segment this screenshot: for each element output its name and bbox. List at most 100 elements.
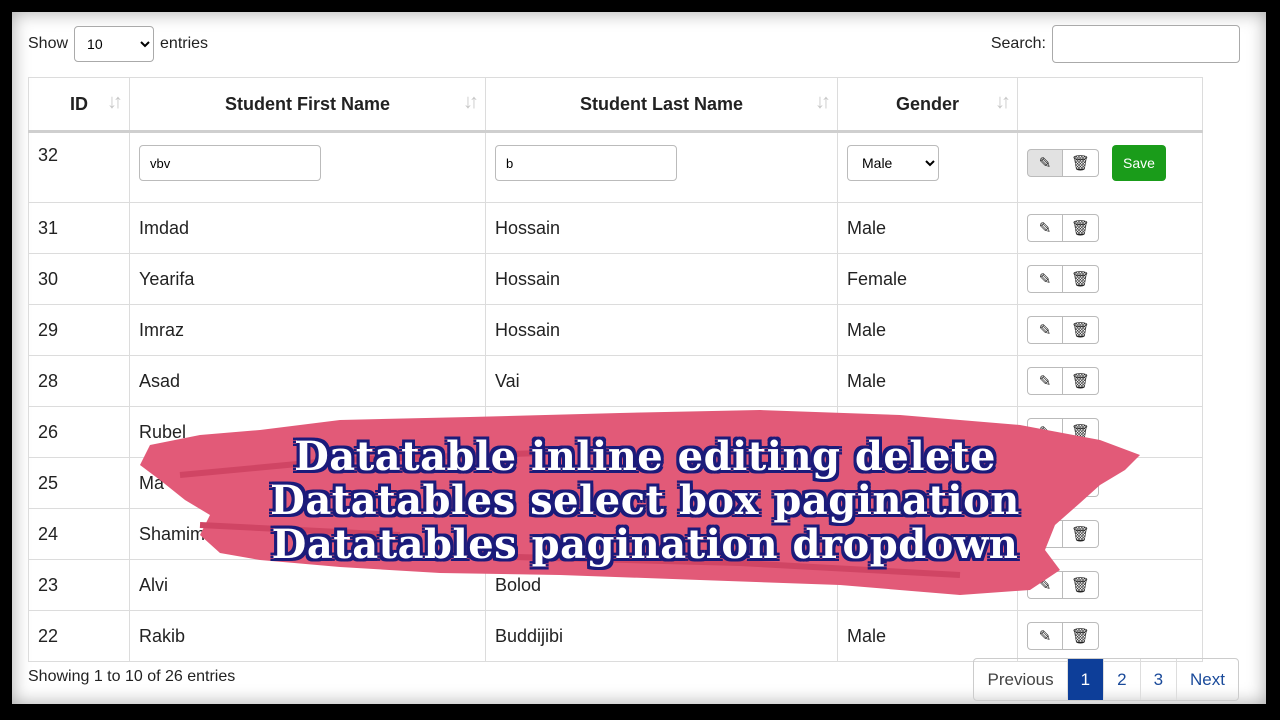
table-row: 22 Rakib Buddijibi Male ✎ 🗑 <box>28 610 1203 662</box>
edit-button[interactable]: ✎ <box>1027 149 1063 177</box>
table-header-row: ID ↓↑ Student First Name ↓↑ Student Last N… <box>28 77 1203 133</box>
cell-last-name: Vai <box>485 355 838 407</box>
cell-id: 32 <box>28 131 130 203</box>
cell-actions: ✎🗑 <box>1017 253 1203 305</box>
column-header-label: Gender <box>895 93 960 114</box>
search-box: Search: <box>991 25 1240 63</box>
pencil-icon: ✎ <box>1038 155 1052 172</box>
save-button[interactable]: Save <box>1112 145 1167 181</box>
previous-page-button[interactable]: Previous <box>974 659 1066 700</box>
show-label: Show <box>28 35 69 52</box>
cell-id: 30 <box>28 253 130 305</box>
column-header-first-name[interactable]: Student First Name ↓↑ <box>129 77 486 133</box>
delete-button[interactable]: 🗑 <box>1063 316 1099 344</box>
cell-gender: Male <box>837 355 1018 407</box>
page-button-2[interactable]: 2 <box>1103 659 1139 700</box>
trash-icon: 🗑 <box>1070 155 1091 172</box>
cell-gender: Male <box>837 610 1018 662</box>
pencil-icon: ✎ <box>1038 373 1052 390</box>
row-actions: ✎🗑 <box>1027 265 1099 293</box>
row-actions: ✎🗑 <box>1027 622 1099 650</box>
banner-line-3: Datatables pagination dropdown <box>271 521 1019 568</box>
table-row: 29 Imraz Hossain Male ✎ 🗑 <box>28 304 1203 356</box>
cell-id: 24 <box>28 508 130 560</box>
cell-first-name: Imraz <box>129 304 486 356</box>
cell-actions: ✎🗑 <box>1017 304 1203 356</box>
cell-id: 22 <box>28 610 130 662</box>
delete-button[interactable]: 🗑 <box>1063 367 1099 395</box>
cell-id: 25 <box>28 457 130 509</box>
table-row-editing: 32 Male ✎ 🗑 Save <box>28 131 1203 203</box>
cell-first-name: Yearifa <box>129 253 486 305</box>
entries-per-page-select[interactable]: 10 <box>74 26 155 62</box>
delete-button[interactable]: 🗑 <box>1063 622 1099 650</box>
sort-icon: ↓↑ <box>995 91 1011 113</box>
first-name-input[interactable] <box>139 145 321 181</box>
edit-button[interactable]: ✎ <box>1027 316 1063 344</box>
trash-icon: 🗑 <box>1070 220 1091 237</box>
table-row: 28 Asad Vai Male ✎ 🗑 <box>28 355 1203 407</box>
cell-last-name: Buddijibi <box>485 610 838 662</box>
cell-last-name: Hossain <box>485 304 838 356</box>
cell-actions: ✎🗑 <box>1017 355 1203 407</box>
cell-gender: Female <box>837 253 1018 305</box>
cell-first-name: Rakib <box>129 610 486 662</box>
cell-actions: ✎ 🗑 Save <box>1017 131 1203 203</box>
cell-id: 23 <box>28 559 130 611</box>
column-header-last-name[interactable]: Student Last Name ↓↑ <box>485 77 838 133</box>
cell-gender: Male <box>837 131 1018 203</box>
edit-button[interactable]: ✎ <box>1027 265 1063 293</box>
trash-icon: 🗑 <box>1070 373 1091 390</box>
page-button-3[interactable]: 3 <box>1139 659 1176 700</box>
cell-id: 31 <box>28 202 130 254</box>
cell-gender: Male <box>837 304 1018 356</box>
sort-icon: ↓↑ <box>815 91 831 113</box>
row-actions: ✎🗑 <box>1027 214 1099 242</box>
cell-id: 29 <box>28 304 130 356</box>
cell-gender: Male <box>837 202 1018 254</box>
search-input[interactable] <box>1052 25 1240 63</box>
banner-line-1: Datatable inline editing delete <box>294 433 996 480</box>
page-button-1[interactable]: 1 <box>1066 659 1104 700</box>
cell-last-name: Hossain <box>485 202 838 254</box>
trash-icon: 🗑 <box>1070 322 1091 339</box>
edit-button[interactable]: ✎ <box>1027 214 1063 242</box>
cell-last-name <box>485 131 838 203</box>
title-banner: Datatable inline editing delete Datatabl… <box>140 405 1150 605</box>
row-actions: ✎🗑 <box>1027 367 1099 395</box>
cell-first-name <box>129 131 486 203</box>
sort-icon: ↓↑ <box>107 91 123 113</box>
column-header-label: Student First Name <box>224 93 391 114</box>
last-name-input[interactable] <box>495 145 677 181</box>
length-menu: Show 10 entries <box>28 25 208 63</box>
column-header-label: ID <box>70 93 88 114</box>
row-actions: ✎ 🗑 <box>1027 149 1099 177</box>
cell-id: 28 <box>28 355 130 407</box>
cell-first-name: Asad <box>129 355 486 407</box>
cell-last-name: Hossain <box>485 253 838 305</box>
pencil-icon: ✎ <box>1038 322 1052 339</box>
delete-button[interactable]: 🗑 <box>1063 149 1099 177</box>
column-header-label: Student Last Name <box>579 93 744 114</box>
sort-icon: ↓↑ <box>463 91 479 113</box>
column-header-id[interactable]: ID ↓↑ <box>28 77 130 133</box>
table-row: 30 Yearifa Hossain Female ✎ 🗑 <box>28 253 1203 305</box>
edit-button[interactable]: ✎ <box>1027 622 1063 650</box>
pencil-icon: ✎ <box>1038 271 1052 288</box>
edit-button[interactable]: ✎ <box>1027 367 1063 395</box>
cell-actions: ✎🗑 <box>1017 610 1203 662</box>
cell-first-name: Imdad <box>129 202 486 254</box>
entries-label: entries <box>160 35 209 52</box>
next-page-button[interactable]: Next <box>1176 659 1238 700</box>
gender-select[interactable]: Male <box>847 145 939 181</box>
trash-icon: 🗑 <box>1070 271 1091 288</box>
column-header-gender[interactable]: Gender ↓↑ <box>837 77 1018 133</box>
delete-button[interactable]: 🗑 <box>1063 214 1099 242</box>
delete-button[interactable]: 🗑 <box>1063 265 1099 293</box>
pagination: Previous 1 2 3 Next <box>973 658 1239 701</box>
search-label: Search: <box>990 35 1046 52</box>
table-controls: Show 10 entries Search: <box>28 25 1240 63</box>
trash-icon: 🗑 <box>1070 628 1091 645</box>
column-header-actions <box>1017 77 1203 133</box>
pencil-icon: ✎ <box>1038 220 1052 237</box>
